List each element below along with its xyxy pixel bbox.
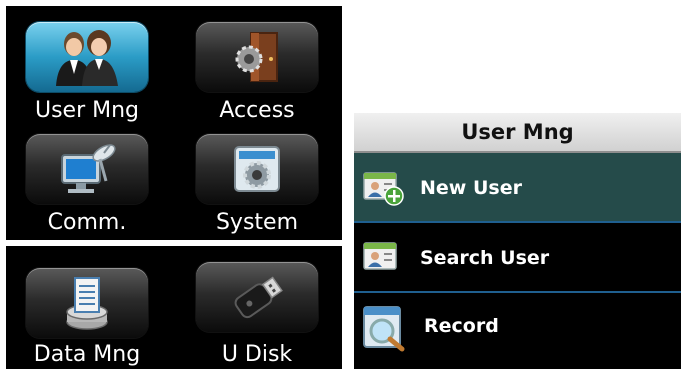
menu-item-record-label: Record	[424, 315, 499, 337]
tile-access-label: Access	[219, 98, 295, 123]
database-icon	[66, 277, 108, 330]
tile-system[interactable]	[196, 134, 318, 204]
tile-u-disk-label: U Disk	[221, 342, 293, 367]
menu-item-new-user[interactable]: New User	[354, 153, 681, 221]
user-mng-submenu: User Mng New User Search User Record	[354, 113, 681, 369]
users-icon	[56, 30, 118, 86]
usb-drive-icon	[234, 276, 283, 319]
menu-item-record[interactable]: Record	[354, 293, 681, 361]
tile-comm[interactable]	[26, 134, 148, 204]
tile-u-disk[interactable]	[196, 262, 318, 332]
main-menu-panel-top: User Mng Access Comm. System	[6, 6, 342, 240]
main-menu-panel-bottom: Data Mng U Disk	[6, 246, 342, 369]
tile-system-label: System	[215, 210, 299, 235]
menu-item-new-user-label: New User	[420, 177, 522, 199]
submenu-title: User Mng	[354, 113, 681, 153]
add-user-icon	[363, 172, 404, 206]
record-magnifier-icon	[363, 306, 405, 352]
tile-comm-label: Comm.	[47, 210, 127, 235]
network-computer-icon	[61, 144, 116, 193]
tile-user-mng[interactable]	[26, 22, 148, 92]
menu-item-search-user[interactable]: Search User	[354, 223, 681, 291]
search-user-icon	[363, 242, 397, 270]
system-gear-icon	[234, 146, 280, 192]
tile-access[interactable]	[196, 22, 318, 92]
tile-user-mng-label: User Mng	[34, 98, 140, 123]
menu-item-search-user-label: Search User	[420, 247, 550, 269]
tile-data-mng-label: Data Mng	[33, 342, 141, 367]
tile-data-mng[interactable]	[26, 268, 148, 338]
door-gear-icon	[235, 32, 278, 82]
